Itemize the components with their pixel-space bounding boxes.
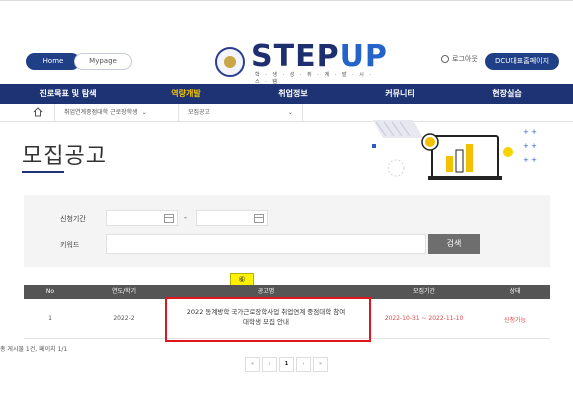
search-panel: 신청기간 - 키워드 검색: [24, 195, 550, 267]
home-button[interactable]: Home: [26, 53, 80, 70]
keyword-input[interactable]: [106, 234, 426, 254]
date-separator: -: [184, 213, 187, 222]
column-header-term: 연도/학기: [111, 288, 137, 295]
home-icon[interactable]: [33, 107, 43, 117]
calendar-icon[interactable]: [254, 214, 264, 223]
svg-text:+ +: + +: [523, 142, 537, 150]
prev-page-button[interactable]: ‹: [262, 357, 277, 372]
column-header-period: 모집기간: [412, 288, 436, 295]
last-page-button[interactable]: »: [313, 357, 328, 372]
nav-item-fieldwork[interactable]: 현장실습: [457, 84, 557, 104]
cell-no: 1: [48, 315, 52, 322]
breadcrumb-item-1[interactable]: 취업연계중점대학 근로장학생 ⌄: [64, 104, 147, 122]
cell-term: 2022-2: [113, 315, 135, 322]
nav-item-jobs[interactable]: 취업정보: [243, 84, 343, 104]
svg-text:+ +: + +: [523, 156, 537, 164]
university-seal-icon: [215, 47, 245, 77]
search-button[interactable]: 검색: [428, 234, 480, 254]
status-badge: 신청가능: [503, 317, 527, 324]
breadcrumb-divider: [302, 104, 303, 122]
keyword-label: 키워드: [60, 241, 80, 249]
person-icon: [441, 55, 449, 63]
breadcrumb-divider: [54, 104, 55, 122]
site-header: Home Mypage STEPUP 학 · 생 · 성 · 취 · 계 · 발…: [0, 39, 573, 85]
notice-illustration: + + + + + +: [372, 120, 537, 180]
breadcrumb-divider: [178, 104, 179, 122]
end-date-input[interactable]: [196, 210, 268, 226]
cell-period: 2022-10-31 ~ 2022-11-10: [384, 315, 464, 322]
svg-text:+ +: + +: [523, 128, 537, 136]
chevron-down-icon: ⌄: [288, 109, 294, 116]
logout-link[interactable]: 로그아웃: [441, 54, 478, 64]
nav-item-community[interactable]: 커뮤니티: [350, 84, 450, 104]
start-date-input[interactable]: [106, 210, 178, 226]
breadcrumb-item-3[interactable]: ⌄: [284, 104, 293, 122]
breadcrumb-item-2[interactable]: 모집공고: [188, 104, 210, 122]
period-label: 신청기간: [60, 215, 86, 223]
highlight-box: [165, 297, 371, 342]
mypage-button[interactable]: Mypage: [74, 53, 132, 70]
page-title: 모집공고: [22, 144, 107, 169]
logo-wordmark: STEPUP: [251, 39, 388, 74]
nav-item-career[interactable]: 진로목표 및 탐색: [18, 84, 118, 104]
next-page-button[interactable]: ›: [296, 357, 311, 372]
title-underline: [22, 171, 64, 173]
top-divider: [0, 0, 573, 1]
column-header-no: No: [45, 288, 55, 295]
page-number-current[interactable]: 1: [279, 357, 294, 372]
column-header-status: 상태: [509, 288, 521, 295]
stepup-logo[interactable]: STEPUP 학 · 생 · 성 · 취 · 계 · 발 · 시 · 스 · 템: [215, 39, 387, 85]
logout-label: 로그아웃: [452, 55, 478, 63]
nav-item-competency[interactable]: 역량개발: [136, 84, 236, 104]
dcu-homepage-button[interactable]: DCU대표홈페이지: [485, 53, 559, 70]
calendar-icon[interactable]: [164, 214, 174, 223]
first-page-button[interactable]: «: [245, 357, 260, 372]
logo-subtitle: 학 · 생 · 성 · 취 · 계 · 발 · 시 · 스 · 템: [255, 72, 373, 85]
total-count: 총 게시물 1건, 페이지 1/1: [0, 346, 68, 353]
chevron-down-icon: ⌄: [141, 109, 147, 116]
main-nav: 진로목표 및 탐색 역량개발 취업정보 커뮤니티 현장실습: [0, 84, 573, 104]
